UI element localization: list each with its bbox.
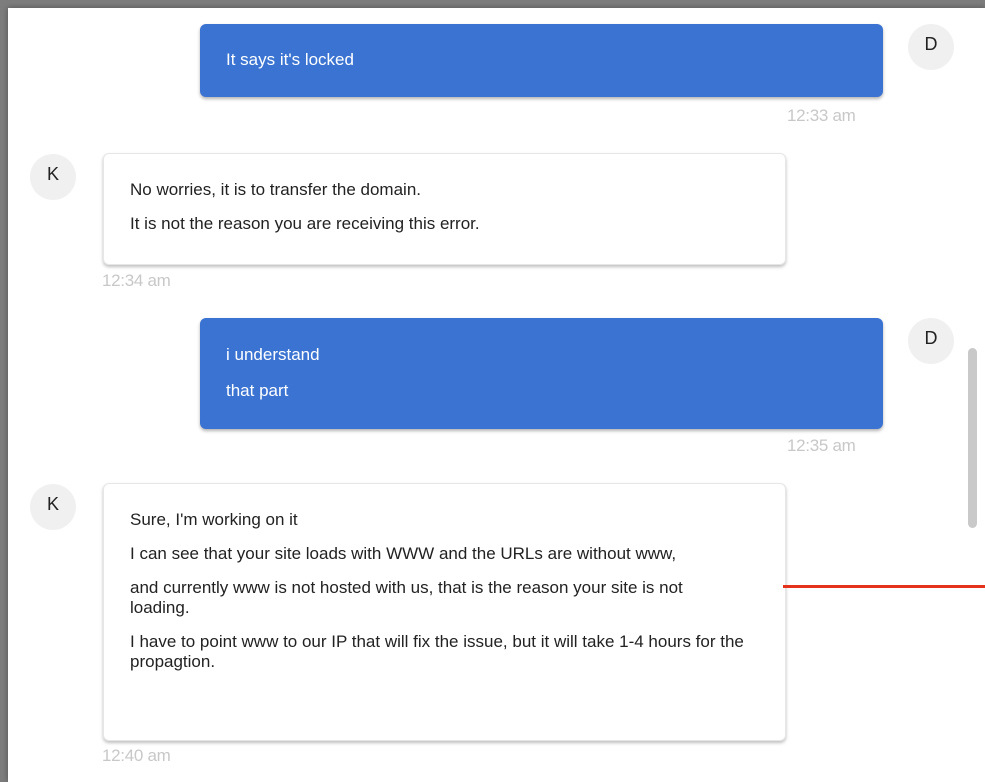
- message-timestamp: 12:35 am: [787, 436, 856, 455]
- avatar: D: [908, 318, 954, 364]
- avatar: K: [30, 154, 76, 200]
- message-text: It is not the reason you are receiving t…: [130, 214, 480, 233]
- message-timestamp: 12:33 am: [787, 106, 856, 125]
- message-timestamp: 12:34 am: [102, 271, 171, 290]
- avatar: K: [30, 484, 76, 530]
- annotation-line: [783, 585, 985, 588]
- message-bubble: i understand that part: [200, 318, 883, 429]
- message-bubble: It says it's locked: [200, 24, 883, 97]
- message-text: No worries, it is to transfer the domain…: [130, 180, 422, 199]
- message-bubble: Sure, I'm working on it I can see that y…: [103, 483, 786, 741]
- message-timestamp: 12:40 am: [102, 746, 171, 765]
- message-text: that part: [226, 381, 289, 400]
- message-text: I can see that your site loads with WWW …: [130, 544, 677, 563]
- message-text: It says it's locked: [226, 50, 354, 69]
- message-bubble: No worries, it is to transfer the domain…: [103, 153, 786, 265]
- message-text: Sure, I'm working on it: [130, 510, 298, 529]
- chat-window: It says it's locked D 12:33 am K No worr…: [8, 8, 985, 782]
- avatar: D: [908, 24, 954, 70]
- message-text: and currently www is not hosted with us,…: [130, 578, 683, 617]
- message-text: I have to point www to our IP that will …: [130, 632, 744, 671]
- message-text: i understand: [226, 345, 320, 364]
- scrollbar-thumb[interactable]: [968, 348, 977, 528]
